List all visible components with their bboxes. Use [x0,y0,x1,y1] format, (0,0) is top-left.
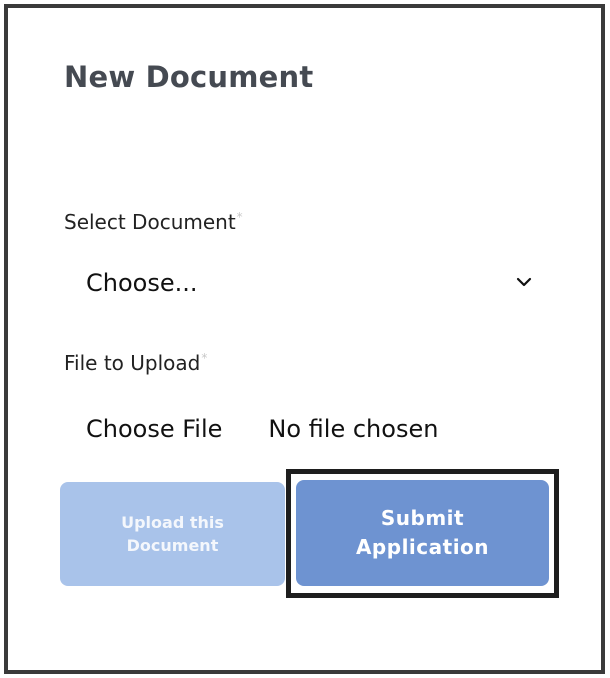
page-title: New Document [64,60,314,94]
file-to-upload-label: File to Upload* [64,351,207,375]
chevron-down-icon [516,277,532,287]
select-document-label: Select Document* [64,210,243,234]
file-to-upload-label-text: File to Upload [64,351,201,375]
upload-button-line2: Document [126,536,219,555]
submit-button-line1: Submit [380,506,465,530]
required-mark: * [201,351,208,366]
select-document-label-text: Select Document [64,210,236,234]
file-status-text: No file chosen [268,415,439,443]
submit-application-button[interactable]: Submit Application [296,480,549,586]
submit-button-line2: Application [355,535,490,559]
required-mark: * [236,210,243,225]
upload-button-line1: Upload this [121,512,224,532]
file-input: Choose File No file chosen [68,404,588,454]
choose-file-button[interactable]: Choose File [86,415,222,443]
select-document-dropdown[interactable]: Choose... [68,258,548,308]
select-document-value: Choose... [86,269,198,297]
upload-document-button[interactable]: Upload this Document [60,482,285,586]
